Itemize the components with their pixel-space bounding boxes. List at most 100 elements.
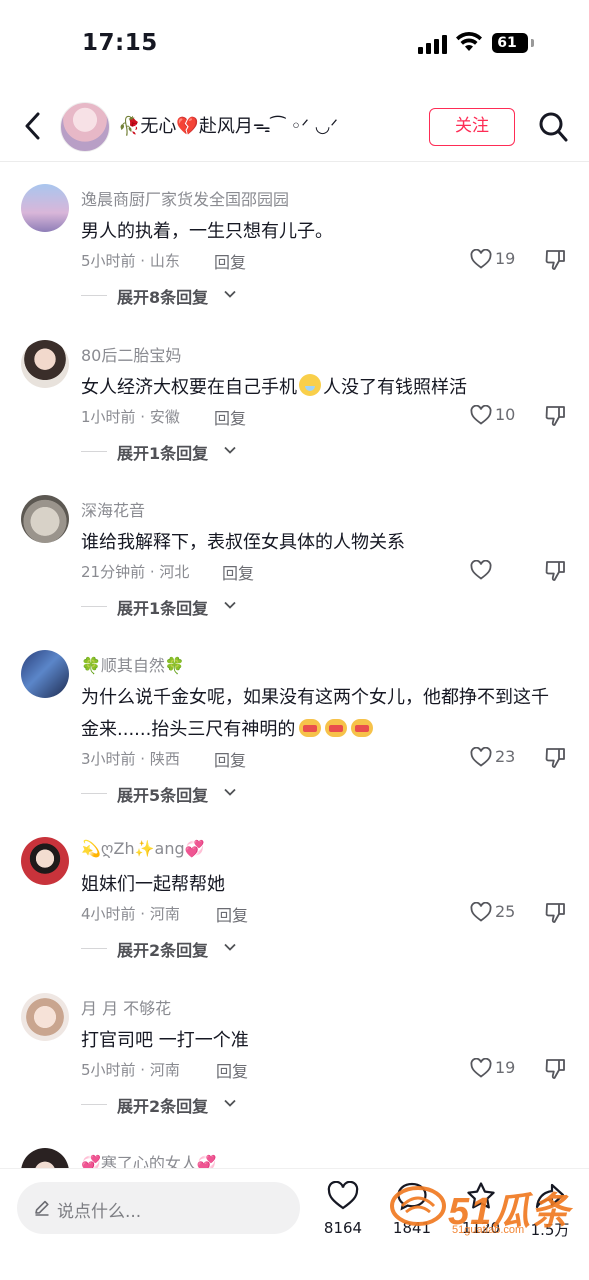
like-button[interactable]: 19 — [470, 247, 530, 273]
dislike-icon[interactable] — [544, 404, 568, 428]
like-button[interactable]: 10 — [470, 403, 530, 429]
commenter-name[interactable]: 💞寒了心的女人💞 — [81, 1150, 217, 1168]
comment-text: 为什么说千金女呢，如果没有这两个女儿，他都挣不到这千金来......抬头三尺有神… — [81, 682, 561, 746]
expand-replies[interactable]: 展开2条回复 — [81, 1093, 281, 1117]
expand-label: 展开2条回复 — [117, 941, 209, 960]
expand-label: 展开1条回复 — [117, 444, 209, 463]
heart-icon — [470, 560, 492, 580]
back-arrow-icon[interactable] — [18, 108, 48, 144]
comment-text: 姐妹们一起帮帮她 — [81, 874, 225, 895]
author-name[interactable]: 🥀无心💔赴风月ᯓ⁀ ◦ᐟ ◡ᐟ — [118, 112, 338, 138]
expand-label: 展开1条回复 — [117, 599, 209, 618]
expand-replies[interactable]: 展开5条回复 — [81, 782, 281, 806]
expand-divider — [81, 606, 107, 607]
like-count: 19 — [495, 1058, 516, 1077]
chevron-down-icon — [224, 601, 236, 609]
comment-meta: 3小时前 · 陕西 — [81, 750, 180, 768]
comment-meta: 1小时前 · 安徽 — [81, 408, 180, 426]
status-time: 17:15 — [82, 30, 158, 56]
dislike-icon[interactable] — [544, 248, 568, 272]
reply-button[interactable]: 回复 — [222, 560, 254, 584]
red-envelope-emoji-icon — [351, 719, 374, 737]
expand-replies[interactable]: 展开8条回复 — [81, 284, 281, 308]
heart-icon — [470, 405, 492, 425]
like-count: 10 — [495, 405, 516, 424]
reply-button[interactable]: 回复 — [216, 902, 248, 926]
expand-label: 展开8条回复 — [117, 288, 209, 307]
commenter-avatar[interactable] — [21, 993, 69, 1041]
expand-label: 展开2条回复 — [117, 1097, 209, 1116]
follow-button[interactable]: 关注 — [429, 108, 515, 146]
like-count: 19 — [495, 249, 516, 268]
dislike-icon[interactable] — [544, 746, 568, 770]
dislike-icon[interactable] — [544, 1057, 568, 1081]
expand-replies[interactable]: 展开2条回复 — [81, 937, 281, 961]
comment-text: 打官司吧 一打一个准 — [81, 1030, 249, 1051]
like-button[interactable]: 25 — [470, 900, 530, 926]
expand-label: 展开5条回复 — [117, 786, 209, 805]
expand-divider — [81, 793, 107, 794]
search-icon[interactable] — [537, 110, 569, 144]
expand-divider — [81, 451, 107, 452]
like-button[interactable]: 19 — [470, 1056, 530, 1082]
reply-button[interactable]: 回复 — [214, 249, 246, 273]
expand-replies[interactable]: 展开1条回复 — [81, 440, 281, 464]
commenter-name[interactable]: 深海花音 — [81, 497, 145, 521]
commenter-name[interactable]: 逸晨商厨厂家货发全国邵园园 — [81, 186, 289, 210]
dislike-icon[interactable] — [544, 559, 568, 583]
expand-replies[interactable]: 展开1条回复 — [81, 595, 281, 619]
commenter-name[interactable]: 80后二胎宝妈 — [81, 342, 181, 366]
expand-divider — [81, 948, 107, 949]
heart-icon — [470, 1058, 492, 1078]
dislike-icon[interactable] — [544, 901, 568, 925]
comment-meta: 5小时前 · 河南 — [81, 1061, 180, 1079]
comment-text-part: 人没了有钱照样活 — [323, 377, 467, 398]
heart-icon — [470, 249, 492, 269]
comment-text: 男人的执着，一生只想有儿子。 — [81, 221, 333, 242]
comment-input[interactable]: 说点什么... — [17, 1182, 300, 1234]
expand-divider — [81, 1104, 107, 1105]
heart-icon — [470, 902, 492, 922]
chevron-down-icon — [224, 788, 236, 796]
red-envelope-emoji-icon — [299, 719, 322, 737]
like-button[interactable] — [470, 558, 530, 584]
commenter-avatar[interactable] — [21, 1148, 69, 1168]
comment-item: 💞寒了心的女人💞 — [0, 1148, 589, 1168]
reply-button[interactable]: 回复 — [214, 747, 246, 771]
comment-meta: 5小时前 · 山东 — [81, 252, 180, 270]
red-envelope-emoji-icon — [325, 719, 348, 737]
comment-text-part: 女人经济大权要在自己手机 — [81, 377, 297, 398]
commenter-name[interactable]: 💫ღZh✨ang💞 — [81, 839, 205, 858]
comment-text: 女人经济大权要在自己手机 人没了有钱照样活 — [81, 372, 561, 404]
comment-text: 谁给我解释下，表叔侄女具体的人物关系 — [81, 532, 405, 553]
battery-icon: 61 — [492, 33, 528, 53]
comment-header: 🥀无心💔赴风月ᯓ⁀ ◦ᐟ ◡ᐟ 关注 — [0, 96, 589, 162]
commenter-avatar[interactable] — [21, 340, 69, 388]
commenter-avatar[interactable] — [21, 184, 69, 232]
chevron-down-icon — [224, 1099, 236, 1107]
heart-icon — [470, 747, 492, 767]
reply-button[interactable]: 回复 — [216, 1058, 248, 1082]
commenter-name[interactable]: 月 月 不够花 — [81, 995, 171, 1019]
like-button[interactable]: 23 — [470, 745, 530, 771]
chevron-down-icon — [224, 290, 236, 298]
reply-button[interactable]: 回复 — [214, 405, 246, 429]
like-video-button[interactable]: 8164 — [315, 1181, 371, 1251]
commenter-name[interactable]: 🍀顺其自然🍀 — [81, 652, 185, 676]
comment-input-placeholder: 说点什么... — [57, 1202, 142, 1222]
commenter-avatar[interactable] — [21, 837, 69, 885]
battery-tip — [531, 39, 534, 47]
wifi-icon — [456, 31, 482, 51]
author-avatar[interactable] — [60, 102, 110, 152]
commenter-avatar[interactable] — [21, 495, 69, 543]
like-count: 25 — [495, 902, 516, 921]
crying-face-emoji-icon — [299, 374, 321, 396]
comment-meta: 21分钟前 · 河北 — [81, 563, 190, 581]
status-bar: 17:15 61 — [0, 0, 589, 88]
watermark-url: 51guatiao.com — [452, 1224, 525, 1236]
heart-icon — [327, 1181, 359, 1210]
battery-level: 61 — [497, 35, 517, 51]
chevron-down-icon — [224, 943, 236, 951]
commenter-avatar[interactable] — [21, 650, 69, 698]
site-watermark: 51瓜条 51guatiao.com — [388, 1178, 578, 1242]
